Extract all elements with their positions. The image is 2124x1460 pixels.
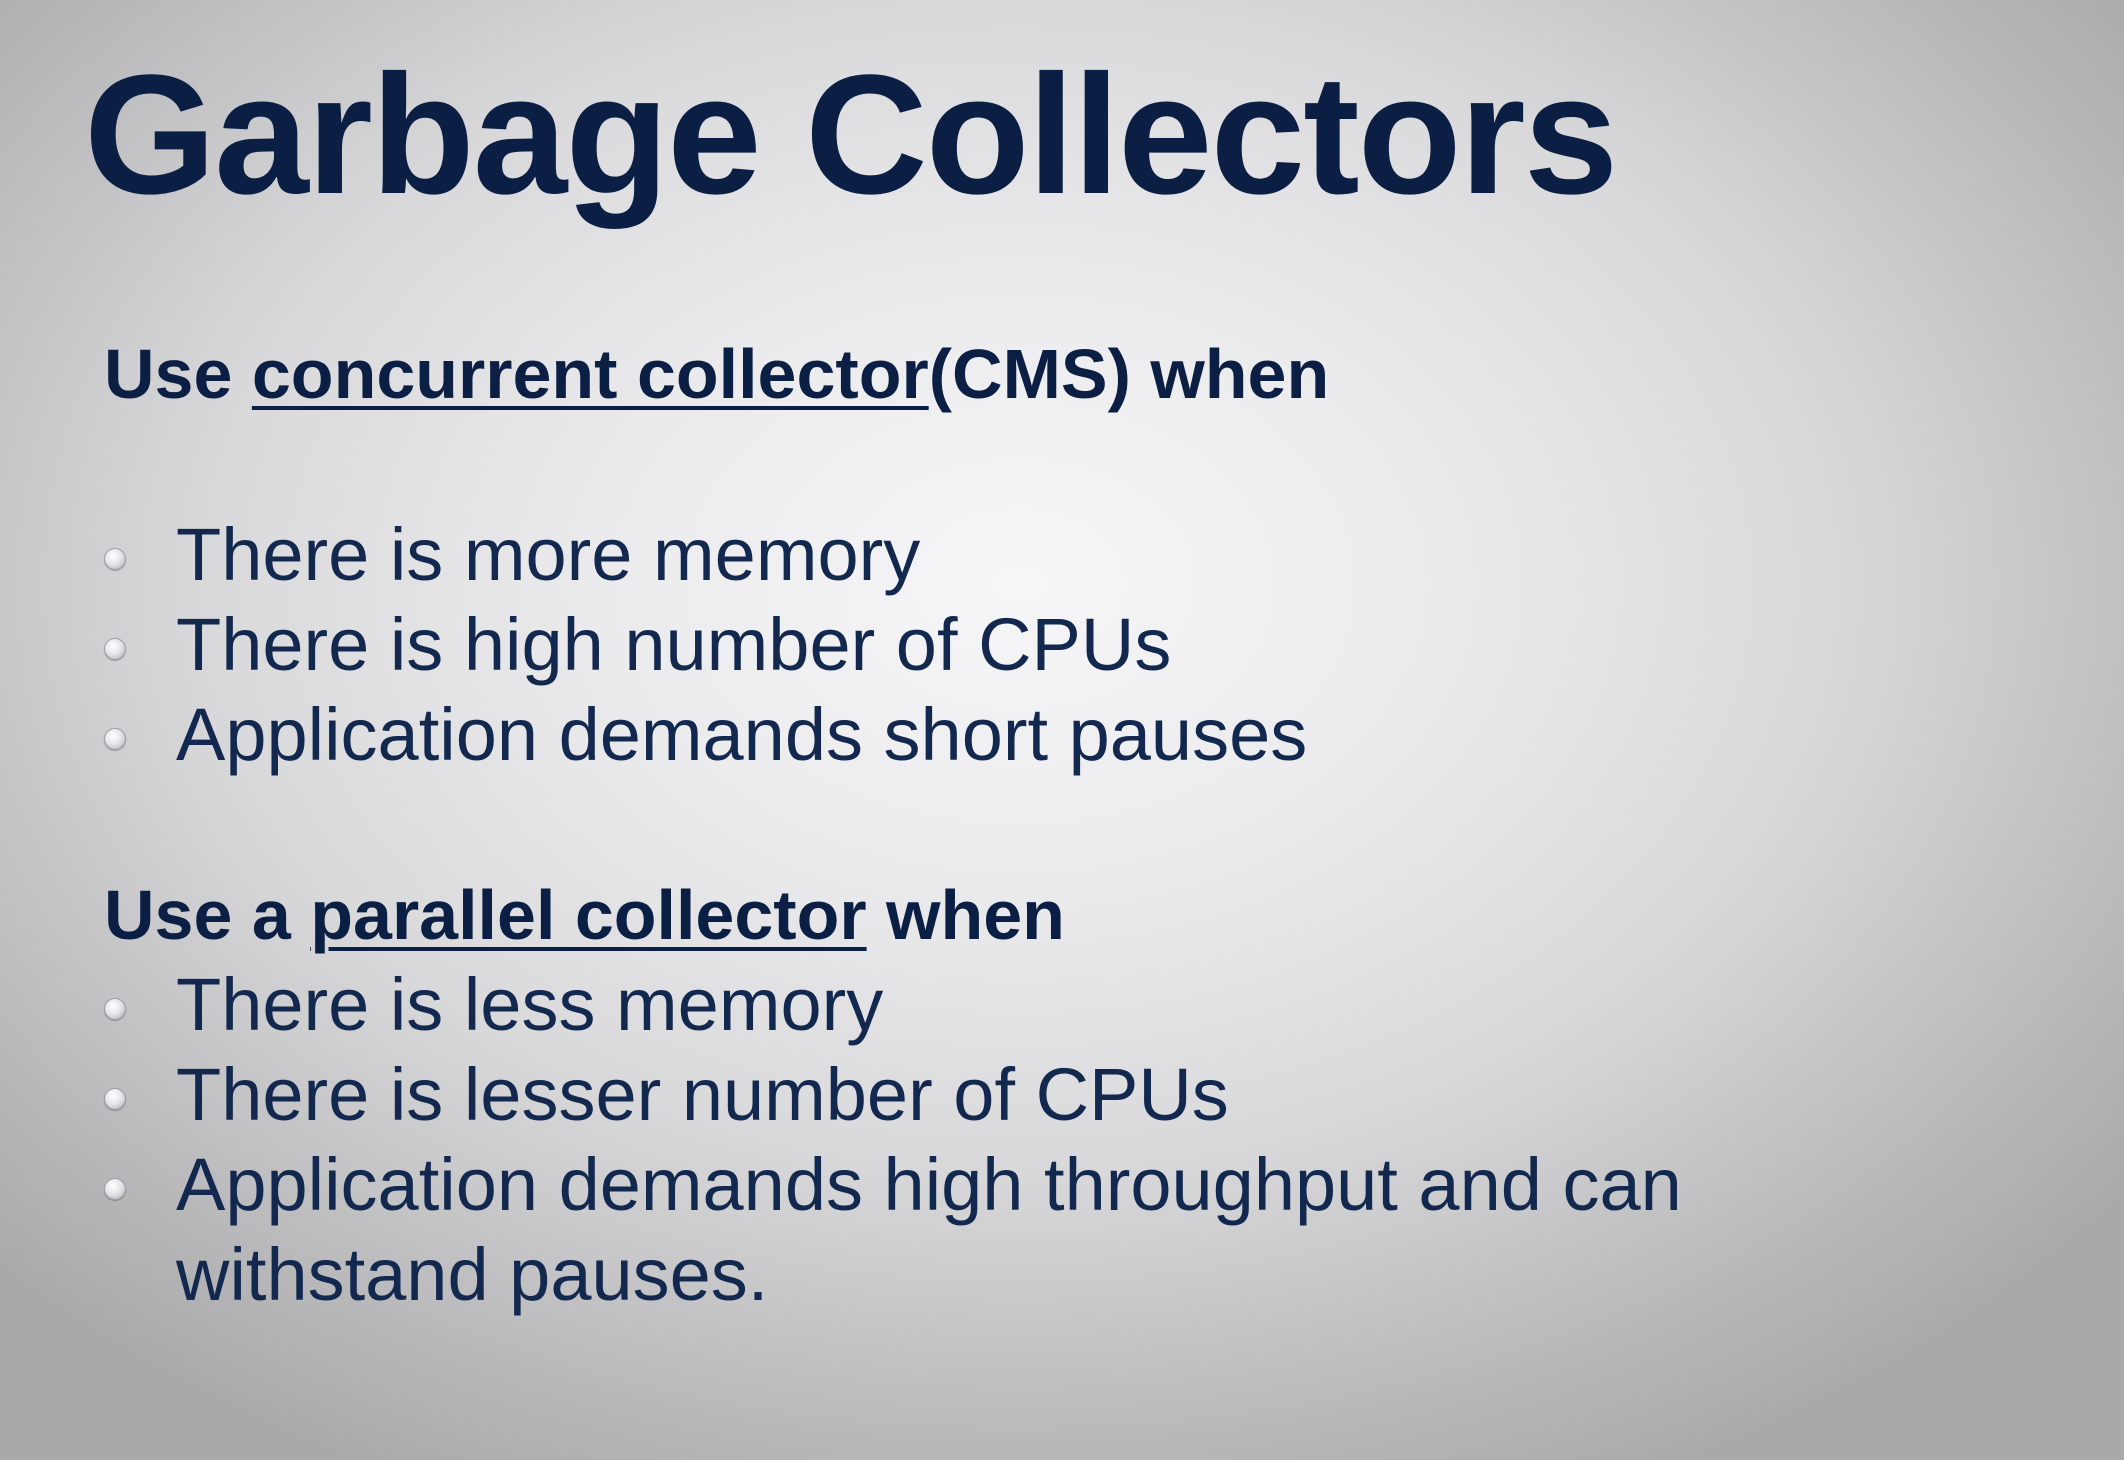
bullet-text: There is high number of CPUs <box>176 603 1172 686</box>
bullet-item: Application demands high throughput and … <box>104 1140 1682 1230</box>
heading-suffix: (CMS) when <box>928 335 1330 413</box>
bullet-text: There is more memory <box>176 513 921 596</box>
bullet-icon <box>104 1088 126 1110</box>
bullet-icon <box>104 998 126 1020</box>
bullet-icon <box>104 1178 126 1200</box>
bullet-text: There is less memory <box>176 963 884 1046</box>
bullet-item: There is less memory <box>104 960 1682 1050</box>
bullet-item: There is high number of CPUs <box>104 600 1307 690</box>
section-heading-cms: Use concurrent collector(CMS) when <box>104 332 1329 416</box>
bullet-text: Application demands short pauses <box>176 693 1308 776</box>
section-heading-parallel: Use a parallel collector when <box>104 873 1065 957</box>
bullet-text: There is lesser number of CPUs <box>176 1053 1229 1136</box>
bullet-item: There is lesser number of CPUs <box>104 1050 1682 1140</box>
bullet-text: Application demands high throughput and … <box>176 1143 1682 1226</box>
bullet-text: withstand pauses. <box>176 1233 769 1316</box>
slide-title: Garbage Collectors <box>84 40 1618 230</box>
heading-underlined-term: concurrent collector <box>251 335 929 413</box>
heading-prefix: Use <box>104 335 252 413</box>
heading-underlined-term: parallel collector <box>310 876 867 954</box>
heading-prefix: Use a <box>104 876 311 954</box>
heading-suffix: when <box>866 876 1065 954</box>
bullet-icon <box>104 548 126 570</box>
bullet-icon <box>104 728 126 750</box>
bullet-item: There is more memory <box>104 510 1307 600</box>
bullet-list-parallel: There is less memory There is lesser num… <box>104 960 1682 1320</box>
bullet-item: Application demands short pauses <box>104 690 1307 780</box>
bullet-list-cms: There is more memory There is high numbe… <box>104 510 1307 780</box>
bullet-item-continuation: withstand pauses. <box>104 1230 1682 1320</box>
bullet-icon <box>104 638 126 660</box>
